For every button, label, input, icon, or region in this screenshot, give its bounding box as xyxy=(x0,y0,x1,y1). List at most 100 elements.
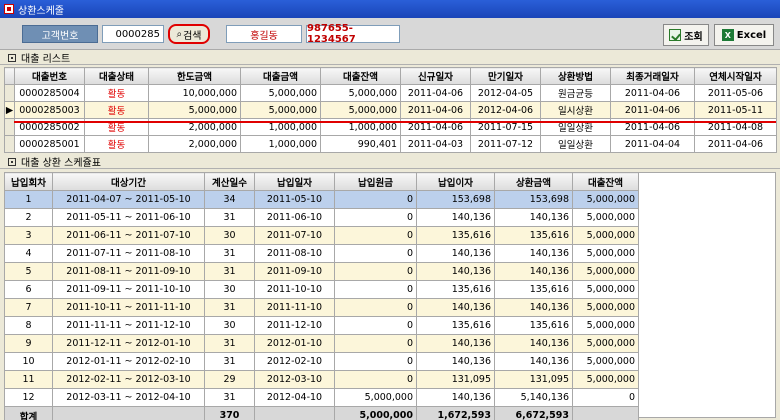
schedule-total-cell: 6,672,593 xyxy=(494,406,573,420)
customer-number-input[interactable] xyxy=(102,25,164,43)
loan-col-header[interactable]: 최종거래일자 xyxy=(610,67,695,85)
schedule-total-cell xyxy=(52,406,205,420)
schedule-col-header[interactable]: 납입원금 xyxy=(334,172,417,191)
title-bar: 상환스케줄 xyxy=(0,0,780,18)
schedule-row[interactable]: 5 2011-08-11 ~ 2011-09-10 31 2011-09-10 0 140… xyxy=(4,262,639,281)
schedule-cell: 31 xyxy=(204,208,255,227)
schedule-cell: 2011-10-11 ~ 2011-11-10 xyxy=(52,298,205,317)
loan-cell: 원금균등 xyxy=(540,84,611,102)
schedule-cell: 4 xyxy=(4,244,53,263)
loan-col-header[interactable]: 신규일자 xyxy=(400,67,471,85)
loan-cell: 2011-04-06 xyxy=(694,135,777,153)
query-button[interactable]: 조회 xyxy=(663,24,709,46)
schedule-cell: 31 xyxy=(204,262,255,281)
binoculars-icon: ⌕ xyxy=(176,28,183,40)
schedule-section: 대출 상환 스케쥴표 xyxy=(0,155,780,169)
schedule-cell: 5,000,000 xyxy=(334,388,417,407)
schedule-cell: 2011-05-11 ~ 2011-06-10 xyxy=(52,208,205,227)
search-button[interactable]: ⌕ 검색 xyxy=(168,24,210,44)
loan-cell: 5,000,000 xyxy=(320,101,401,119)
resident-number-field: 987655-1234567 xyxy=(306,23,400,45)
loan-cell: 2011-05-06 xyxy=(694,84,777,102)
schedule-cell: 0 xyxy=(334,262,417,281)
schedule-cell: 0 xyxy=(334,316,417,335)
loan-row[interactable]: 0000285004 활동 10,000,000 5,000,000 5,000,000… xyxy=(4,84,777,102)
row-indicator-header xyxy=(4,67,15,85)
schedule-cell: 34 xyxy=(204,190,255,209)
schedule-cell: 9 xyxy=(4,334,53,353)
schedule-col-header[interactable]: 계산일수 xyxy=(204,172,255,191)
schedule-cell: 0 xyxy=(334,298,417,317)
loan-col-header[interactable]: 만기일자 xyxy=(470,67,541,85)
loan-list-section: 대출 리스트 xyxy=(0,51,780,65)
loan-cell: 5,000,000 xyxy=(148,101,241,119)
schedule-total-cell xyxy=(572,406,639,420)
schedule-cell: 31 xyxy=(204,334,255,353)
schedule-cell: 131,095 xyxy=(416,370,495,389)
loan-row[interactable]: ▶ 0000285003 활동 5,000,000 5,000,000 5,000,000… xyxy=(4,101,777,119)
loan-col-header[interactable]: 한도금액 xyxy=(148,67,241,85)
schedule-cell: 140,136 xyxy=(416,208,495,227)
schedule-cell: 5,000,000 xyxy=(572,280,639,299)
loan-row[interactable]: 0000285001 활동 2,000,000 1,000,000 990,401 201… xyxy=(4,135,777,153)
schedule-cell: 2012-02-10 xyxy=(254,352,335,371)
schedule-row[interactable]: 12 2012-03-11 ~ 2012-04-10 31 2012-04-10 5,0… xyxy=(4,388,639,407)
schedule-row[interactable]: 6 2011-09-11 ~ 2011-10-10 30 2011-10-10 0 135… xyxy=(4,280,639,299)
schedule-total-cell: 1,672,593 xyxy=(416,406,495,420)
schedule-row[interactable]: 8 2011-11-11 ~ 2011-12-10 30 2011-12-10 0 135… xyxy=(4,316,639,335)
schedule-cell: 135,616 xyxy=(494,316,573,335)
loan-col-header[interactable]: 대출잔액 xyxy=(320,67,401,85)
schedule-col-header[interactable]: 납입일자 xyxy=(254,172,335,191)
schedule-cell: 30 xyxy=(204,280,255,299)
schedule-title: 대출 상환 스케쥴표 xyxy=(21,158,101,169)
loan-col-header[interactable]: 대출번호 xyxy=(14,67,85,85)
schedule-row[interactable]: 9 2011-12-11 ~ 2012-01-10 31 2012-01-10 0 140… xyxy=(4,334,639,353)
loan-col-header[interactable]: 연체시작일자 xyxy=(694,67,777,85)
schedule-row[interactable]: 1 2011-04-07 ~ 2011-05-10 34 2011-05-10 0 153… xyxy=(4,190,639,209)
schedule-row[interactable]: 4 2011-07-11 ~ 2011-08-10 31 2011-08-10 0 140… xyxy=(4,244,639,263)
query-button-label: 조회 xyxy=(684,31,703,43)
loan-col-header[interactable]: 상환방법 xyxy=(540,67,611,85)
schedule-cell: 2011-10-10 xyxy=(254,280,335,299)
schedule-col-header[interactable]: 대출잔액 xyxy=(572,172,639,191)
schedule-row[interactable]: 11 2012-02-11 ~ 2012-03-10 29 2012-03-10 0 13… xyxy=(4,370,639,389)
schedule-cell: 140,136 xyxy=(494,334,573,353)
schedule-cell: 30 xyxy=(204,316,255,335)
schedule-col-header[interactable]: 대상기간 xyxy=(52,172,205,191)
schedule-cell: 140,136 xyxy=(494,208,573,227)
schedule-cell: 5,000,000 xyxy=(572,370,639,389)
schedule-cell: 29 xyxy=(204,370,255,389)
schedule-row[interactable]: 3 2011-06-11 ~ 2011-07-10 30 2011-07-10 0 135… xyxy=(4,226,639,245)
schedule-cell: 2011-05-10 xyxy=(254,190,335,209)
customer-number-label: 고객번호 xyxy=(22,25,98,43)
customer-name-field: 홍길동 xyxy=(226,25,302,43)
schedule-col-header[interactable]: 상환금액 xyxy=(494,172,573,191)
schedule-cell: 0 xyxy=(334,190,417,209)
schedule-cell: 5,000,000 xyxy=(572,298,639,317)
schedule-cell: 140,136 xyxy=(494,244,573,263)
schedule-row[interactable]: 10 2012-01-11 ~ 2012-02-10 31 2012-02-10 0 14… xyxy=(4,352,639,371)
loan-cell: 0000285001 xyxy=(14,135,85,153)
schedule-cell: 2 xyxy=(4,208,53,227)
schedule-row[interactable]: 7 2011-10-11 ~ 2011-11-10 31 2011-11-10 0 140… xyxy=(4,298,639,317)
loan-col-header[interactable]: 대출상태 xyxy=(84,67,149,85)
loan-cell: 2012-04-05 xyxy=(470,84,541,102)
schedule-cell: 2011-07-10 xyxy=(254,226,335,245)
loan-col-header[interactable]: 대출금액 xyxy=(240,67,321,85)
schedule-row[interactable]: 2 2011-05-11 ~ 2011-06-10 31 2011-06-10 0 140… xyxy=(4,208,639,227)
schedule-cell: 31 xyxy=(204,352,255,371)
excel-button[interactable]: X Excel xyxy=(714,24,774,46)
search-button-label: 검색 xyxy=(183,30,202,42)
schedule-cell: 140,136 xyxy=(416,352,495,371)
schedule-total-cell xyxy=(254,406,335,420)
schedule-cell: 5,000,000 xyxy=(572,190,639,209)
loan-cell: 1,000,000 xyxy=(240,135,321,153)
schedule-cell: 5,000,000 xyxy=(572,334,639,353)
schedule-col-header[interactable]: 납입이자 xyxy=(416,172,495,191)
schedule-cell: 0 xyxy=(334,352,417,371)
loan-cell: 2011-04-06 xyxy=(400,84,471,102)
schedule-cell: 2012-01-10 xyxy=(254,334,335,353)
schedule-cell: 5,000,000 xyxy=(572,226,639,245)
section-marker-icon xyxy=(8,157,16,166)
schedule-col-header[interactable]: 납입회차 xyxy=(4,172,53,191)
